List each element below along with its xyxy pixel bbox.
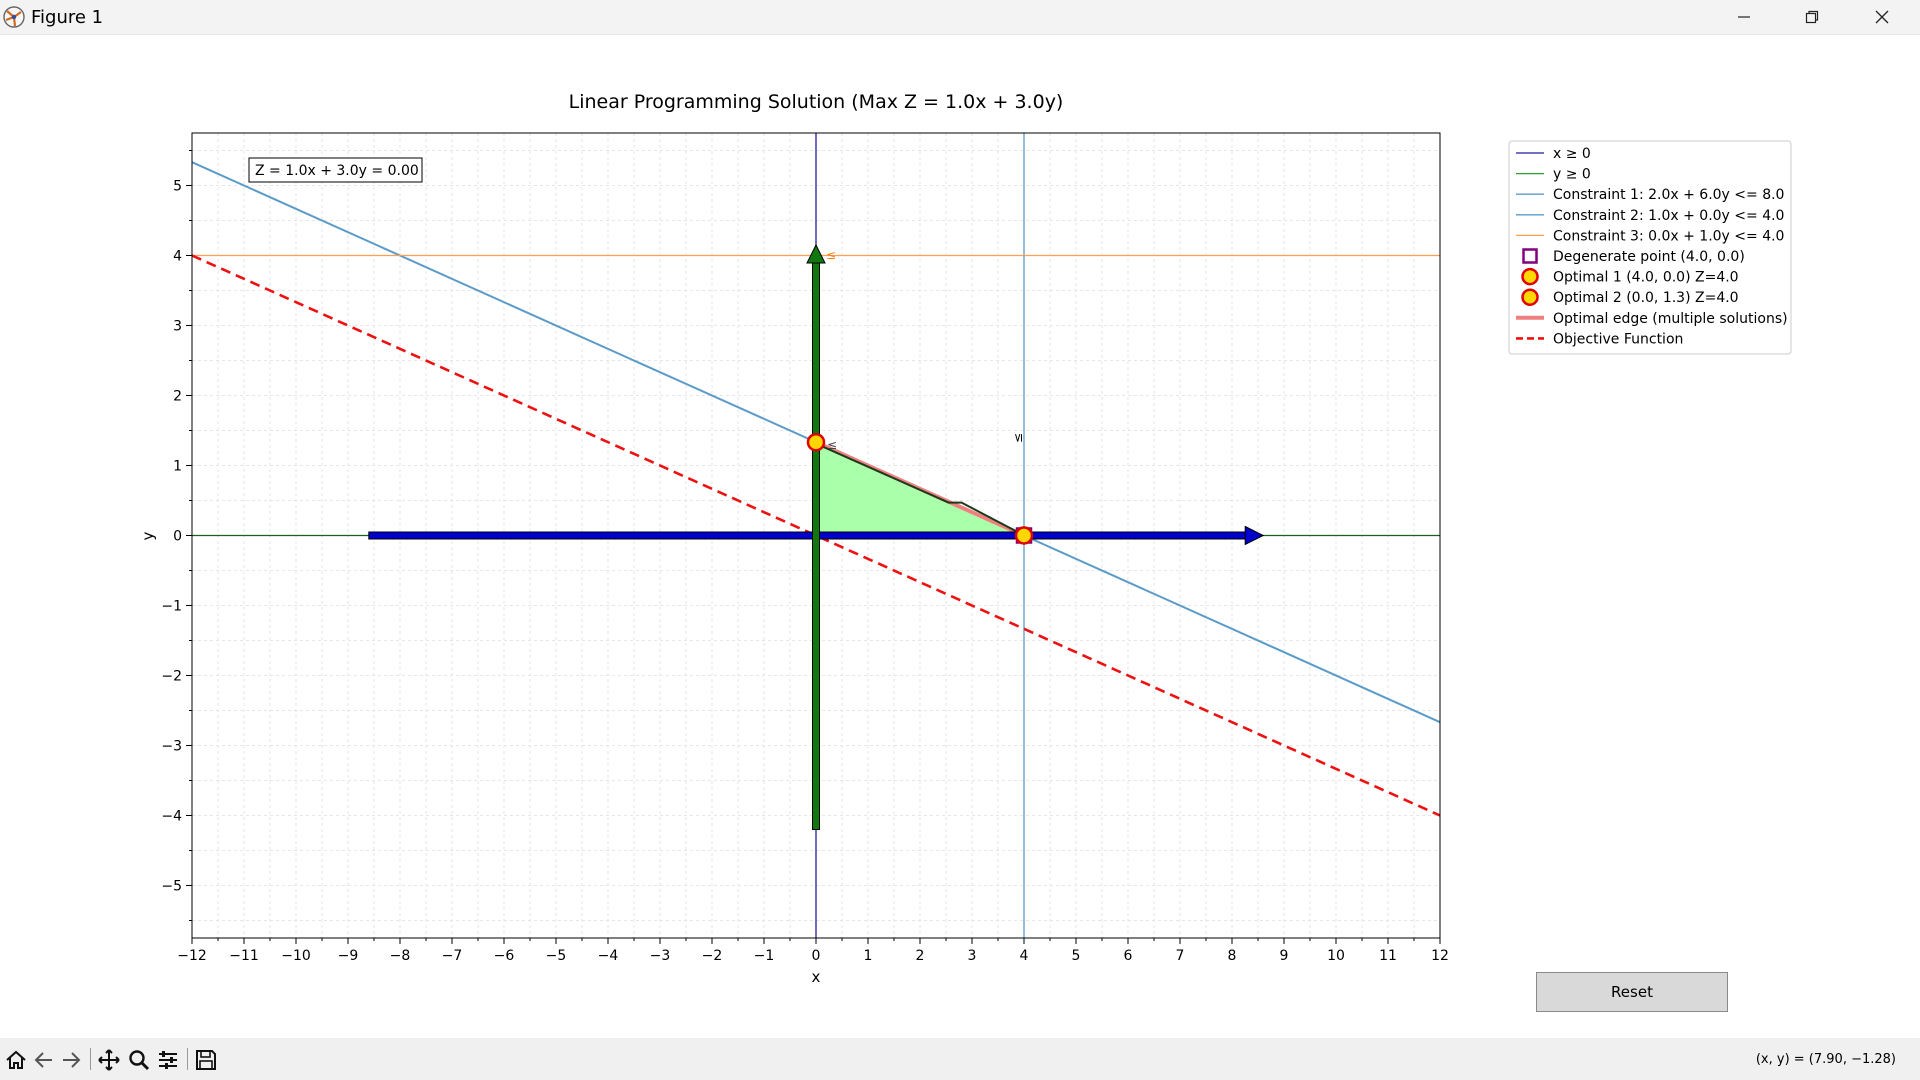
configure-icon[interactable] bbox=[155, 1047, 181, 1073]
x-tick-label: −5 bbox=[546, 948, 567, 964]
x-tick-label: −11 bbox=[229, 948, 259, 964]
x-tick-label: 11 bbox=[1379, 948, 1397, 964]
objective-annotation: Z = 1.0x + 3.0y = 0.00 bbox=[248, 157, 423, 183]
legend: x ≥ 0 y ≥ 0 Constraint 1: 2.0x + 6.0y <= 8… bbox=[1508, 140, 1792, 355]
x-tick-label: −8 bbox=[390, 948, 411, 964]
x-tick-label: 0 bbox=[812, 948, 821, 964]
y-direction-arrow-shaft bbox=[812, 260, 820, 830]
x-tick-label: 1 bbox=[864, 948, 873, 964]
legend-label-9: Objective Function bbox=[1553, 331, 1683, 347]
legend-label-5: Degenerate point (4.0, 0.0) bbox=[1553, 249, 1745, 265]
y-tick-label: 1 bbox=[173, 459, 182, 475]
legend-label-6: Optimal 1 (4.0, 0.0) Z=4.0 bbox=[1553, 270, 1739, 286]
y-tick-label: −5 bbox=[161, 879, 182, 895]
legend-label-4: Constraint 3: 0.0x + 1.0y <= 4.0 bbox=[1553, 228, 1784, 244]
close-icon bbox=[1875, 10, 1889, 24]
chart[interactable]: −12 −11 −10 −9 −8 −7 −6 −5 −4 −3 −2 −1 0 1 2 3 4 5 6 7 8 9 10 1… bbox=[0, 34, 1920, 1038]
y-tick-label: 4 bbox=[173, 249, 182, 265]
toolbar-separator bbox=[187, 1048, 188, 1070]
optimal-point-marker bbox=[806, 432, 826, 452]
constraint-marker-3: ≤ bbox=[826, 248, 836, 262]
y-direction-arrow-head bbox=[806, 243, 826, 264]
forward-icon[interactable] bbox=[58, 1047, 84, 1073]
x-tick-label: 3 bbox=[968, 948, 977, 964]
x-tick-label: −2 bbox=[702, 948, 723, 964]
close-button[interactable] bbox=[1852, 0, 1912, 34]
chart-title: Linear Programming Solution (Max Z = 1.0… bbox=[569, 91, 1064, 113]
x-tick-label: 10 bbox=[1327, 948, 1345, 964]
x-tick-label: 8 bbox=[1228, 948, 1237, 964]
legend-label-3: Constraint 2: 1.0x + 0.0y <= 4.0 bbox=[1553, 208, 1784, 224]
cursor-coordinates: (x, y) = (7.90, −1.28) bbox=[1755, 1052, 1896, 1067]
y-tick-label: 5 bbox=[173, 179, 182, 195]
minimize-icon bbox=[1738, 16, 1750, 18]
legend-label-7: Optimal 2 (0.0, 1.3) Z=4.0 bbox=[1553, 290, 1739, 306]
x-tick-label: 2 bbox=[916, 948, 925, 964]
x-tick-label: 12 bbox=[1431, 948, 1449, 964]
y-tick-label: −1 bbox=[161, 599, 182, 615]
reset-button[interactable]: Reset bbox=[1536, 972, 1728, 1012]
legend-label-1: y ≥ 0 bbox=[1553, 167, 1591, 183]
window-title: Figure 1 bbox=[31, 7, 104, 28]
x-tick-label: 6 bbox=[1124, 948, 1133, 964]
pan-icon[interactable] bbox=[96, 1047, 122, 1073]
legend-label-8: Optimal edge (multiple solutions) bbox=[1553, 311, 1788, 327]
legend-label-0: x ≥ 0 bbox=[1553, 146, 1591, 162]
legend-label-2: Constraint 1: 2.0x + 6.0y <= 8.0 bbox=[1553, 187, 1784, 203]
x-tick-label: −1 bbox=[754, 948, 775, 964]
axis-ticks: −12 −11 −10 −9 −8 −7 −6 −5 −4 −3 −2 −1 0 1 2 3 4 5 6 7 8 9 10 1… bbox=[161, 150, 1449, 964]
minimize-button[interactable] bbox=[1714, 0, 1774, 34]
x-tick-label: 4 bbox=[1020, 948, 1029, 964]
x-axis-label: x bbox=[812, 968, 821, 986]
y-tick-label: −2 bbox=[161, 669, 182, 685]
y-tick-label: 0 bbox=[173, 529, 182, 545]
x-tick-label: −6 bbox=[494, 948, 515, 964]
x-tick-label: −3 bbox=[650, 948, 671, 964]
navigation-toolbar: (x, y) = (7.90, −1.28) bbox=[0, 1038, 1920, 1080]
legend-swatch-7 bbox=[1521, 288, 1539, 306]
legend-swatch-6 bbox=[1521, 267, 1539, 286]
x-tick-label: −4 bbox=[598, 948, 619, 964]
toolbar-separator bbox=[90, 1048, 91, 1070]
y-tick-label: −4 bbox=[161, 809, 182, 825]
x-tick-label: −10 bbox=[281, 948, 311, 964]
x-direction-arrow-shaft bbox=[368, 531, 1248, 540]
y-tick-label: 2 bbox=[173, 389, 182, 405]
x-tick-label: 9 bbox=[1280, 948, 1289, 964]
home-icon[interactable] bbox=[3, 1047, 29, 1073]
constraint-marker-2: ≤ bbox=[1011, 433, 1025, 443]
window-titlebar: Figure 1 bbox=[0, 0, 1920, 35]
app-icon bbox=[2, 5, 26, 29]
constraint-marker-1: ≤ bbox=[827, 438, 837, 452]
save-icon[interactable] bbox=[193, 1047, 219, 1073]
back-icon[interactable] bbox=[31, 1047, 57, 1073]
x-tick-label: 7 bbox=[1176, 948, 1185, 964]
y-tick-label: −3 bbox=[161, 739, 182, 755]
x-tick-label: −7 bbox=[442, 948, 463, 964]
direction-arrows bbox=[368, 243, 1265, 830]
y-tick-label: 3 bbox=[173, 319, 182, 335]
x-tick-label: −12 bbox=[177, 948, 207, 964]
x-tick-label: −9 bbox=[338, 948, 359, 964]
restore-icon bbox=[1805, 10, 1819, 24]
restore-button[interactable] bbox=[1782, 0, 1842, 34]
y-axis-label: y bbox=[139, 531, 157, 540]
optimal-point-marker bbox=[1014, 526, 1034, 545]
x-tick-label: 5 bbox=[1072, 948, 1081, 964]
zoom-icon[interactable] bbox=[126, 1047, 152, 1073]
x-direction-arrow-head bbox=[1244, 525, 1265, 546]
objective-annotation-text: Z = 1.0x + 3.0y = 0.00 bbox=[255, 163, 419, 179]
